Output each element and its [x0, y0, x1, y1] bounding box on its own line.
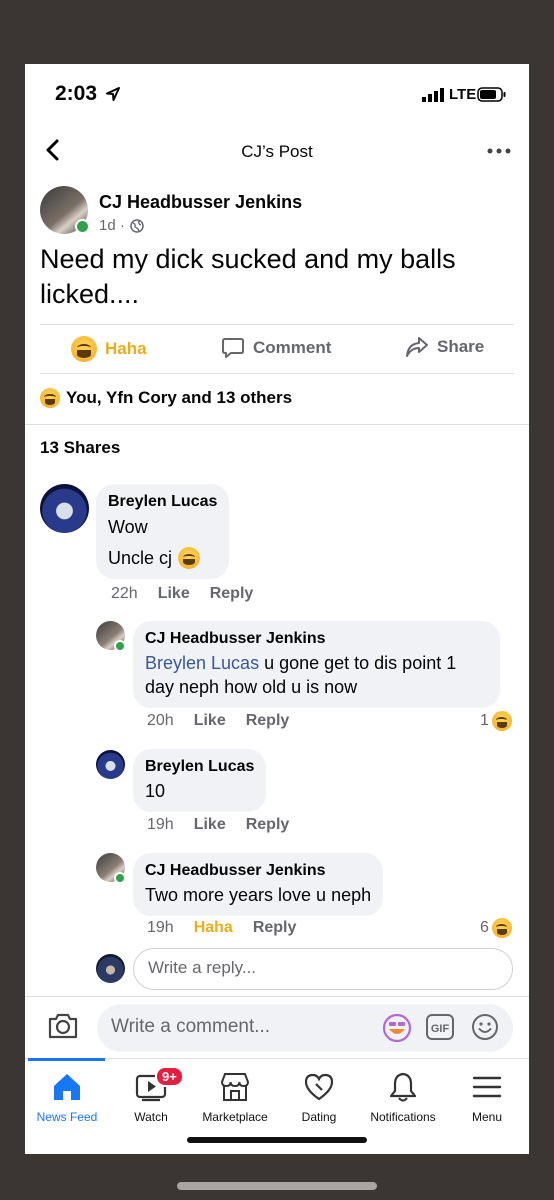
- haha-emoji-icon: [491, 711, 512, 731]
- comment-label: Comment: [253, 338, 332, 357]
- haha-button[interactable]: Haha: [194, 919, 233, 937]
- watch-notification-badge: 9+: [155, 1066, 184, 1087]
- comment-meta: 19h Like Reply: [147, 816, 289, 834]
- shares-count[interactable]: 13 Shares: [40, 438, 120, 458]
- comment-time: 19h: [147, 919, 174, 936]
- tab-label: Watch: [134, 1110, 168, 1124]
- tab-menu[interactable]: Menu: [445, 1064, 529, 1124]
- commenter-avatar[interactable]: [40, 484, 89, 533]
- share-button[interactable]: Share: [405, 336, 484, 358]
- comment-icon: [222, 338, 244, 358]
- home-indicator: [187, 1137, 367, 1143]
- home-icon: [54, 1074, 80, 1100]
- tab-label: Menu: [471, 1110, 503, 1124]
- signal-icon: [422, 88, 444, 102]
- reactions-summary[interactable]: You, Yfn Cory and 13 others: [40, 388, 292, 408]
- globe-icon: [130, 219, 144, 233]
- post-author-name[interactable]: CJ Headbusser Jenkins: [99, 192, 302, 213]
- tab-label: News Feed: [36, 1110, 98, 1124]
- comment-placeholder: Write a comment...: [111, 1016, 271, 1037]
- comment-text: 10: [145, 781, 166, 801]
- gif-button[interactable]: GIF: [426, 1014, 454, 1040]
- page-title: CJ’s Post: [241, 142, 313, 161]
- comment-bubble: Breylen Lucas 10: [133, 749, 267, 812]
- tab-notifications[interactable]: Notifications: [361, 1064, 445, 1124]
- like-button[interactable]: Like: [194, 816, 226, 834]
- haha-reaction-button[interactable]: Haha: [71, 336, 147, 362]
- online-indicator: [114, 640, 126, 652]
- marketplace-icon: [220, 1073, 250, 1101]
- haha-emoji-icon: [40, 388, 60, 408]
- share-icon: [406, 337, 428, 357]
- comment-meta: 20h Like Reply: [147, 712, 289, 730]
- post-text: Need my dick sucked and my balls licked.…: [40, 244, 456, 309]
- comment-time: 20h: [147, 712, 174, 729]
- emoji-icon[interactable]: [471, 1013, 499, 1041]
- comment-bubble: CJ Headbusser Jenkins Breylen Lucas u go…: [133, 621, 500, 708]
- reply-button[interactable]: Reply: [246, 816, 290, 834]
- tab-news-feed[interactable]: News Feed: [25, 1064, 109, 1124]
- divider: [25, 996, 529, 997]
- grinning-sweat-emoji-icon: [178, 547, 201, 569]
- comment-author[interactable]: CJ Headbusser Jenkins: [145, 629, 488, 649]
- more-options-icon[interactable]: [487, 148, 511, 154]
- dating-icon: [304, 1073, 334, 1101]
- comment-bubble: CJ Headbusser Jenkins Two more years lov…: [133, 853, 384, 916]
- comment-text: Uncle cj: [108, 548, 173, 568]
- battery-icon: [477, 87, 506, 102]
- camera-icon[interactable]: [47, 1012, 79, 1040]
- haha-emoji-icon: [71, 336, 97, 362]
- reactions-text: You, Yfn Cory and 13 others: [66, 388, 293, 407]
- haha-emoji-icon: [491, 918, 512, 938]
- active-tab-indicator: [28, 1058, 105, 1061]
- comment-button[interactable]: Comment: [221, 336, 331, 360]
- reply-button[interactable]: Reply: [253, 919, 297, 937]
- bell-icon: [389, 1072, 417, 1102]
- reply-placeholder: Write a reply...: [148, 958, 257, 977]
- comment-reaction-count[interactable]: 6: [480, 918, 512, 938]
- location-arrow-icon: [106, 87, 120, 101]
- network-type: LTE: [449, 86, 477, 103]
- my-avatar: [96, 954, 125, 983]
- comment-text: Wow: [108, 517, 148, 537]
- comment-author[interactable]: Breylen Lucas: [108, 492, 217, 512]
- divider: [40, 324, 514, 325]
- like-button[interactable]: Like: [158, 585, 190, 603]
- comment-meta: 22h Like Reply: [111, 585, 253, 603]
- comment-text: Breylen Lucas u gone get to dis point 1 …: [145, 651, 488, 699]
- tab-label: Notifications: [370, 1110, 436, 1124]
- comment-meta: 19h Haha Reply: [147, 919, 296, 937]
- reaction-count: 1: [480, 712, 489, 729]
- divider: [25, 424, 529, 425]
- status-time: 2:03: [55, 82, 98, 105]
- tab-dating[interactable]: Dating: [277, 1064, 361, 1124]
- commenter-avatar[interactable]: [96, 750, 125, 779]
- reply-button[interactable]: Reply: [210, 585, 254, 603]
- mention-link[interactable]: Breylen Lucas: [145, 653, 259, 673]
- comment-time: 19h: [147, 816, 174, 833]
- reaction-count: 6: [480, 919, 489, 936]
- phone-screen: 2:03 LTE CJ’s Post CJ Headbusser Jenkins…: [25, 64, 529, 1154]
- tab-marketplace[interactable]: Marketplace: [193, 1064, 277, 1124]
- comment-author[interactable]: Breylen Lucas: [145, 757, 254, 777]
- reply-button[interactable]: Reply: [246, 712, 290, 730]
- post-timestamp[interactable]: 1d ·: [99, 217, 125, 234]
- outer-home-indicator: [177, 1182, 377, 1190]
- comment-reaction-count[interactable]: 1: [480, 711, 512, 731]
- haha-label: Haha: [105, 339, 147, 358]
- comment-time: 22h: [111, 585, 138, 602]
- share-label: Share: [437, 337, 485, 356]
- menu-icon: [472, 1076, 502, 1098]
- like-button[interactable]: Like: [194, 712, 226, 730]
- online-indicator: [114, 872, 126, 884]
- comment-text: Two more years love u neph: [145, 885, 372, 905]
- tab-label: Dating: [301, 1110, 337, 1124]
- comment-author[interactable]: CJ Headbusser Jenkins: [145, 861, 371, 881]
- online-indicator: [75, 219, 90, 234]
- divider: [40, 373, 514, 374]
- comment-bubble: Breylen Lucas Wow Uncle cj: [96, 484, 230, 579]
- tab-label: Marketplace: [202, 1110, 268, 1124]
- sticker-icon[interactable]: [381, 1012, 413, 1044]
